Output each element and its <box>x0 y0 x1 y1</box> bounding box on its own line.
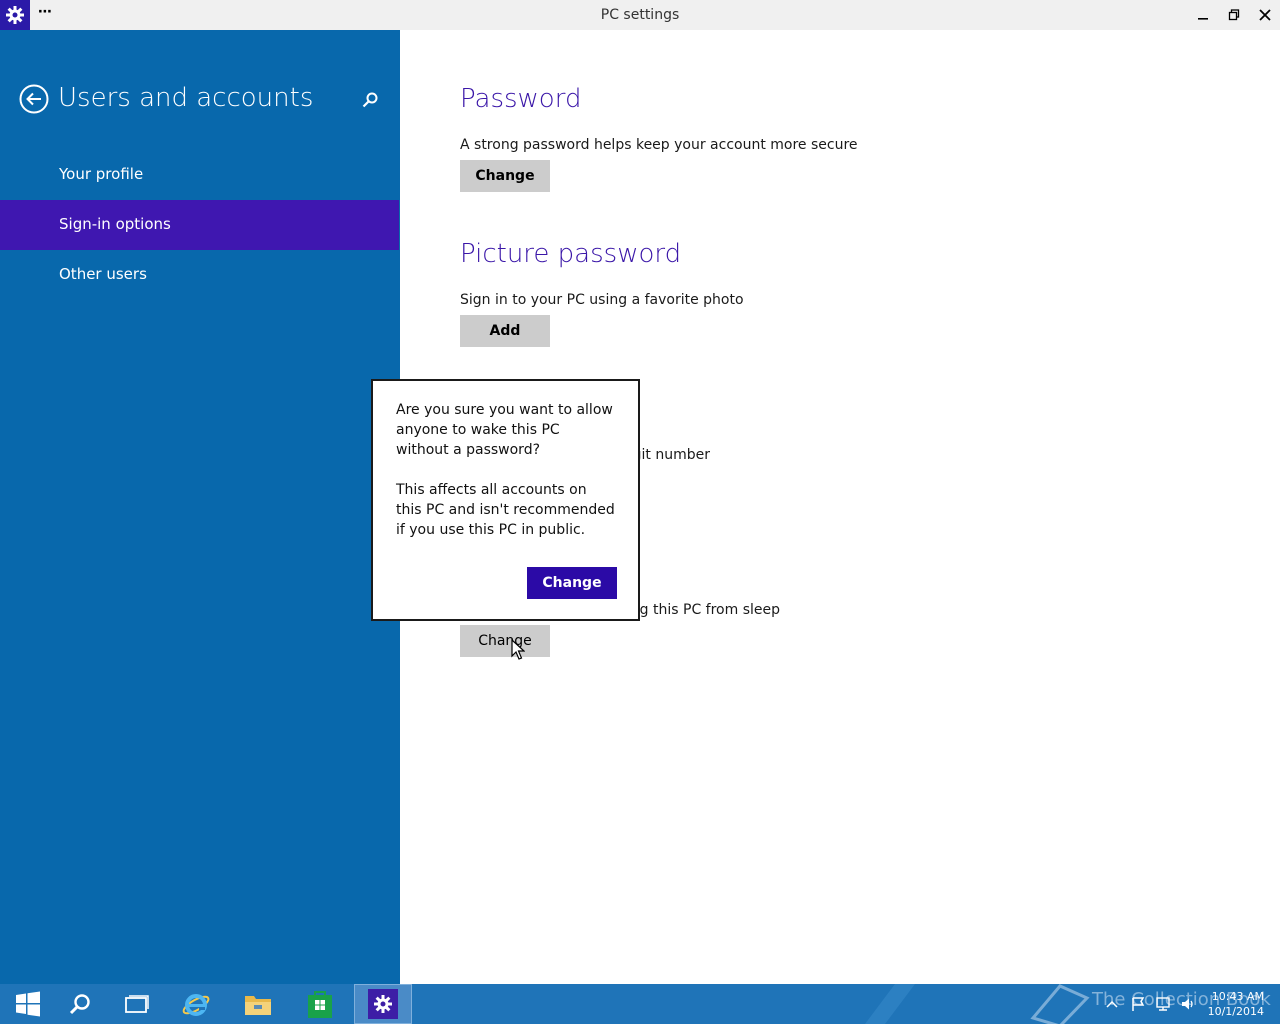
taskbar-search-button[interactable] <box>52 984 108 1024</box>
mouse-cursor-icon <box>511 639 525 660</box>
title-bar: ⋯ PC settings <box>0 0 1280 30</box>
search-icon[interactable] <box>360 90 380 110</box>
taskbar: The Collection Book 10:43 AM 10/1/2014 <box>0 984 1280 1024</box>
search-icon <box>69 994 90 1015</box>
password-policy-change-button[interactable]: Change <box>460 625 550 657</box>
action-center-flag-icon[interactable] <box>1130 996 1146 1012</box>
password-change-button[interactable]: Change <box>460 160 550 192</box>
show-hidden-icons-icon[interactable] <box>1104 996 1120 1012</box>
taskbar-glare-decoration <box>865 984 915 1024</box>
confirmation-dialog: Are you sure you want to allow anyone to… <box>371 379 640 621</box>
sidebar-item-other-users[interactable]: Other users <box>0 250 400 300</box>
password-heading: Password <box>460 84 582 114</box>
file-explorer-button[interactable] <box>230 984 286 1024</box>
back-arrow-icon[interactable] <box>19 84 49 114</box>
sidebar-item-sign-in-options[interactable]: Sign-in options <box>0 200 399 250</box>
store-icon <box>308 991 332 1018</box>
sidebar-item-your-profile[interactable]: Your profile <box>0 150 400 200</box>
internet-explorer-button[interactable] <box>168 984 224 1024</box>
internet-explorer-icon <box>182 994 210 1016</box>
dialog-message: Are you sure you want to allow anyone to… <box>396 402 613 458</box>
restore-button[interactable] <box>1219 0 1249 30</box>
pc-settings-icon <box>368 989 398 1019</box>
restore-icon <box>1228 9 1240 21</box>
sidebar: Users and accounts Your profile Sign-in … <box>0 30 400 984</box>
picture-password-add-button[interactable]: Add <box>460 315 550 347</box>
network-icon[interactable] <box>1155 996 1171 1012</box>
minimize-icon <box>1198 18 1208 20</box>
task-view-icon <box>125 995 149 1013</box>
store-button[interactable] <box>292 984 348 1024</box>
dialog-warning: This affects all accounts on this PC and… <box>396 482 615 538</box>
file-explorer-icon <box>245 996 271 1015</box>
clock-date: 10/1/2014 <box>1207 1005 1264 1018</box>
system-clock[interactable]: 10:43 AM 10/1/2014 <box>1208 989 1264 1019</box>
window-title: PC settings <box>600 7 680 23</box>
sidebar-item-label: Other users <box>59 265 147 283</box>
close-icon <box>1259 9 1271 21</box>
clock-time: 10:43 AM <box>1211 990 1264 1003</box>
sidebar-item-label: Sign-in options <box>59 215 171 233</box>
sidebar-item-label: Your profile <box>59 165 144 183</box>
close-button[interactable] <box>1250 0 1280 30</box>
sidebar-title: Users and accounts <box>58 83 314 113</box>
pc-settings-taskbar-button[interactable] <box>354 984 412 1024</box>
password-description: A strong password helps keep your accoun… <box>460 137 858 153</box>
dialog-change-button[interactable]: Change <box>527 567 617 599</box>
task-view-button[interactable] <box>109 984 165 1024</box>
start-icon <box>16 991 40 1017</box>
picture-password-heading: Picture password <box>460 239 682 269</box>
volume-icon[interactable] <box>1180 996 1196 1012</box>
watermark-book-icon <box>1030 984 1090 1024</box>
minimize-button[interactable] <box>1188 0 1218 30</box>
start-button[interactable] <box>0 984 56 1024</box>
picture-password-description: Sign in to your PC using a favorite phot… <box>460 292 744 308</box>
